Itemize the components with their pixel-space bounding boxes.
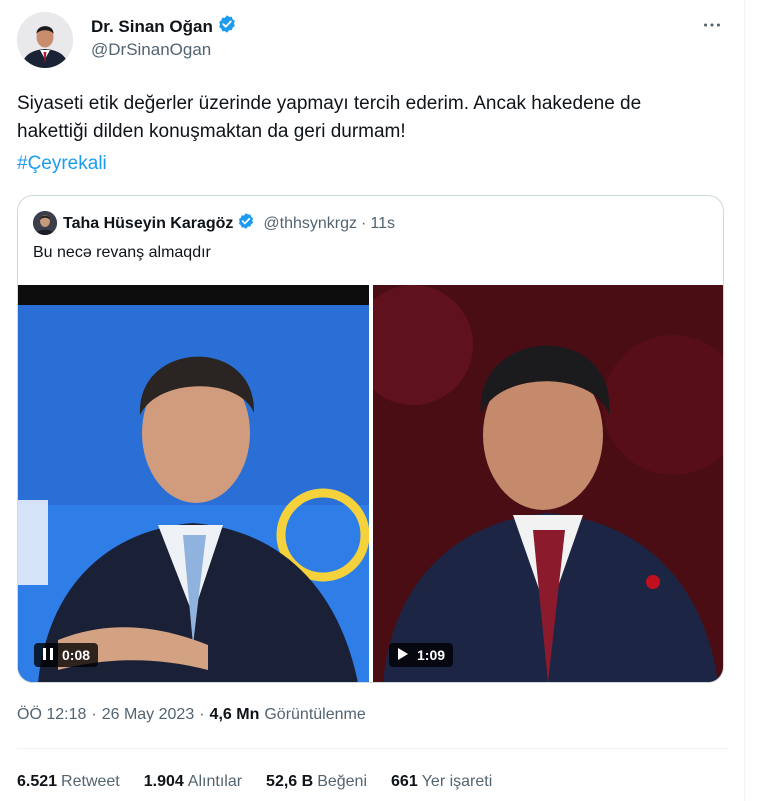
meta-separator: ·	[199, 706, 205, 723]
video-time-right: 1:09	[417, 647, 446, 663]
video-time-left: 0:08	[62, 647, 91, 663]
column-border	[744, 0, 745, 801]
video-player-left[interactable]: 0:08	[18, 285, 369, 682]
divider	[17, 748, 729, 749]
bookmarks-stat[interactable]: 661 Yer işareti	[391, 773, 492, 791]
bookmarks-label: Yer işareti	[421, 773, 493, 790]
likes-stat[interactable]: 52,6 B Beğeni	[266, 773, 367, 791]
tweet-time[interactable]: ÖÖ 12:18	[17, 706, 86, 724]
retweets-stat[interactable]: 6.521 Retweet	[17, 773, 120, 791]
author-handle[interactable]: @DrSinanOgan	[91, 40, 211, 60]
author-avatar[interactable]	[17, 12, 73, 68]
quoted-text: Bu necə revanş almaqdır	[33, 244, 211, 261]
likes-label: Beğeni	[317, 773, 368, 790]
quoted-author-avatar[interactable]	[33, 211, 57, 235]
tweet-stats: 6.521 Retweet 1.904 Alıntılar 52,6 B Beğeni…	[17, 773, 492, 791]
video-badge-right[interactable]: 1:09	[389, 643, 454, 667]
more-options-icon[interactable]	[700, 14, 724, 38]
quoted-author-handle[interactable]: @thhsynkrgz	[263, 215, 357, 233]
quoted-time[interactable]: 11s	[370, 215, 395, 233]
quoted-author-name[interactable]: Taha Hüseyin Karagöz	[63, 215, 233, 233]
video-badge-left[interactable]: 0:08	[34, 643, 99, 667]
retweets-label: Retweet	[61, 773, 120, 790]
play-icon[interactable]	[397, 647, 409, 664]
verified-badge-icon	[217, 14, 237, 39]
bookmarks-count: 661	[391, 773, 418, 790]
pause-icon[interactable]	[42, 647, 54, 664]
tweet-text: Siyaseti etik değerler üzerinde yapmayı …	[17, 93, 642, 142]
quotes-label: Alıntılar	[187, 773, 243, 790]
tweet-meta: ÖÖ 12:18 · 26 May 2023 · 4,6 Mn Görüntül…	[17, 706, 366, 724]
quoted-tweet[interactable]: Taha Hüseyin Karagöz @thhsynkrgz · 11s B…	[17, 195, 724, 683]
author-name[interactable]: Dr. Sinan Oğan	[91, 17, 213, 37]
likes-count: 52,6 B	[266, 773, 314, 790]
views-label: Görüntülenme	[264, 706, 366, 723]
retweets-count: 6.521	[17, 773, 58, 790]
video-player-right[interactable]: 1:09	[373, 285, 723, 682]
verified-badge-icon	[237, 212, 255, 235]
tweet-date[interactable]: 26 May 2023	[102, 706, 195, 724]
quotes-stat[interactable]: 1.904 Alıntılar	[144, 773, 242, 791]
quotes-count: 1.904	[143, 773, 184, 790]
views-count: 4,6 Mn	[209, 706, 260, 723]
hashtag-link[interactable]: #Çeyrekali	[17, 150, 107, 178]
meta-separator: ·	[91, 706, 97, 723]
tweet: Dr. Sinan Oğan @DrSinanOgan Siyaseti eti…	[0, 0, 745, 801]
quoted-separator: ·	[361, 214, 367, 232]
